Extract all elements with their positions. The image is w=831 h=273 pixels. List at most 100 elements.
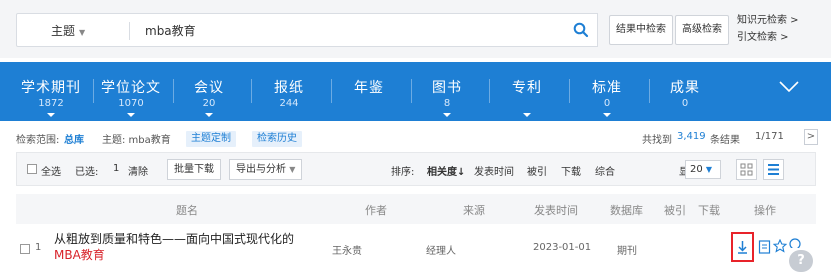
tab-resource[interactable]: 成果 0 <box>650 62 720 121</box>
tab-resource[interactable]: 报纸 244 <box>254 62 324 121</box>
tab-label: 年鉴 <box>354 80 384 96</box>
tab-resource[interactable]: 年鉴 <box>334 62 404 121</box>
tab-resource[interactable]: 标准 0 <box>572 62 642 121</box>
export-analysis-button[interactable]: 导出与分析 ▼ <box>229 159 303 180</box>
scope-row: 检索范围: 总库 主题: mba教育 主题定制 检索历史 共找到 3,419 条… <box>16 128 818 148</box>
batch-download-button[interactable]: 批量下载 <box>167 159 221 180</box>
tab-label: 专利 <box>512 80 542 96</box>
page-size-select[interactable]: 20 ▼ <box>685 160 721 179</box>
tab-count: 8 <box>443 98 451 109</box>
tab-count: 1070 <box>118 98 144 109</box>
grid-icon <box>740 163 753 176</box>
clear-selection[interactable]: 清除 <box>128 163 148 178</box>
tab-count: 244 <box>279 98 299 109</box>
help-icon[interactable]: ? <box>789 250 813 272</box>
col-download: 下载 <box>698 204 720 217</box>
next-page-button[interactable]: > <box>804 129 818 145</box>
database-type: 期刊 <box>617 246 637 257</box>
row-checkbox[interactable] <box>20 244 30 254</box>
export-label: 导出与分析 <box>236 164 286 175</box>
col-source: 来源 <box>463 204 485 217</box>
title-highlight: MBA教育 <box>54 248 105 262</box>
tab-count: 0 <box>603 98 611 109</box>
page-indicator: 1/171 <box>755 131 784 142</box>
quote-icon[interactable] <box>789 238 801 248</box>
tab-count: 0 <box>681 98 689 109</box>
selected-count[interactable]: 1 <box>113 163 119 174</box>
tab-resource[interactable]: 学术期刊 1872 <box>16 62 86 121</box>
sort-date[interactable]: 发表时间 <box>474 163 514 178</box>
list-view-button[interactable] <box>763 159 784 180</box>
sort-cited[interactable]: 被引 <box>527 163 547 178</box>
page-size-value: 20 <box>690 164 703 175</box>
scope-label: 检索范围: <box>16 135 60 146</box>
chevron-down-icon[interactable] <box>778 80 800 94</box>
tab-divider <box>251 79 252 103</box>
tab-label: 会议 <box>194 80 224 96</box>
tab-resource[interactable]: 专利 <box>492 62 562 121</box>
grid-view-button[interactable] <box>736 159 757 180</box>
title-text: 从粗放到质量和特色——面向中国式现代化的 <box>54 232 295 246</box>
result-title-link[interactable]: 从粗放到质量和特色——面向中国式现代化的 MBA教育 <box>54 231 294 263</box>
read-online-icon[interactable] <box>758 240 771 254</box>
tab-divider <box>331 79 332 103</box>
scope-db[interactable]: 总库 <box>64 131 84 146</box>
col-date: 发表时间 <box>534 204 578 217</box>
tab-dropdown-icon <box>205 113 213 117</box>
tab-divider <box>93 79 94 103</box>
tab-resource[interactable]: 会议 20 <box>174 62 244 121</box>
tab-dropdown-icon <box>47 113 55 117</box>
col-author: 作者 <box>365 204 387 217</box>
citation-search-link[interactable]: 引文检索 > <box>737 29 799 46</box>
tab-divider <box>489 79 490 103</box>
tab-resource[interactable]: 学位论文 1070 <box>96 62 166 121</box>
tab-count: 1872 <box>38 98 64 109</box>
tab-label: 成果 <box>670 80 700 96</box>
chevron-down-icon: ▼ <box>79 28 86 37</box>
tab-dropdown-icon <box>443 113 451 117</box>
col-title: 题名 <box>176 204 198 217</box>
resource-tabbar: 学术期刊 1872 学位论文 1070 会议 20 报纸 244 年鉴 图书 8 专利 标准 0 成果 0 <box>0 62 831 121</box>
tab-resource[interactable]: 图书 8 <box>412 62 482 121</box>
publish-date: 2023-01-01 <box>533 242 592 253</box>
col-ops: 操作 <box>754 204 776 217</box>
tab-label: 标准 <box>592 80 622 96</box>
search-button[interactable] <box>564 13 598 47</box>
chevron-down-icon: ▼ <box>705 165 713 174</box>
found-suffix: 条结果 <box>710 135 740 146</box>
search-history-chip[interactable]: 检索历史 <box>252 131 302 147</box>
select-all-checkbox[interactable] <box>27 164 37 174</box>
topic-custom-chip[interactable]: 主题定制 <box>186 131 236 147</box>
found-prefix: 共找到 <box>642 135 672 146</box>
sort-label: 排序: <box>391 167 415 178</box>
found-count: 3,419 <box>677 131 706 142</box>
source-link[interactable]: 经理人 <box>426 242 456 257</box>
sort-download[interactable]: 下载 <box>561 163 581 178</box>
sort-relevance-label: 相关度 <box>427 167 457 178</box>
results-table-header: 题名 作者 来源 发表时间 数据库 被引 下载 操作 <box>16 194 816 224</box>
tab-dropdown-icon <box>127 113 135 117</box>
sort-relevance[interactable]: 相关度↓ <box>427 163 465 178</box>
author-link[interactable]: 王永贵 <box>332 242 362 257</box>
tab-label: 学位论文 <box>101 80 161 96</box>
download-icon <box>738 241 747 254</box>
search-input[interactable]: mba教育 <box>145 22 196 39</box>
sort-composite[interactable]: 综合 <box>595 163 615 178</box>
tab-dropdown-icon <box>523 113 531 117</box>
chevron-down-icon: ▼ <box>289 165 296 174</box>
knowledge-search-link[interactable]: 知识元检索 > <box>737 12 799 29</box>
tab-label: 图书 <box>432 80 462 96</box>
search-header: 主题 ▼ mba教育 结果中检索 高级检索 知识元检索 > 引文检索 > <box>0 0 831 58</box>
select-all-label[interactable]: 全选 <box>41 163 61 178</box>
search-icon <box>573 22 589 38</box>
col-cited: 被引 <box>664 204 686 217</box>
favorite-icon[interactable] <box>773 239 787 253</box>
search-box[interactable]: 主题 ▼ mba教育 <box>16 13 596 47</box>
col-db: 数据库 <box>610 204 643 217</box>
advanced-search-button[interactable]: 高级检索 <box>675 15 729 45</box>
search-within-results-button[interactable]: 结果中检索 <box>609 15 673 45</box>
search-field-select[interactable]: 主题 ▼ <box>51 22 85 39</box>
tab-label: 报纸 <box>274 80 304 96</box>
scope-topic: 主题: mba教育 <box>102 135 171 146</box>
download-button[interactable] <box>731 232 754 262</box>
